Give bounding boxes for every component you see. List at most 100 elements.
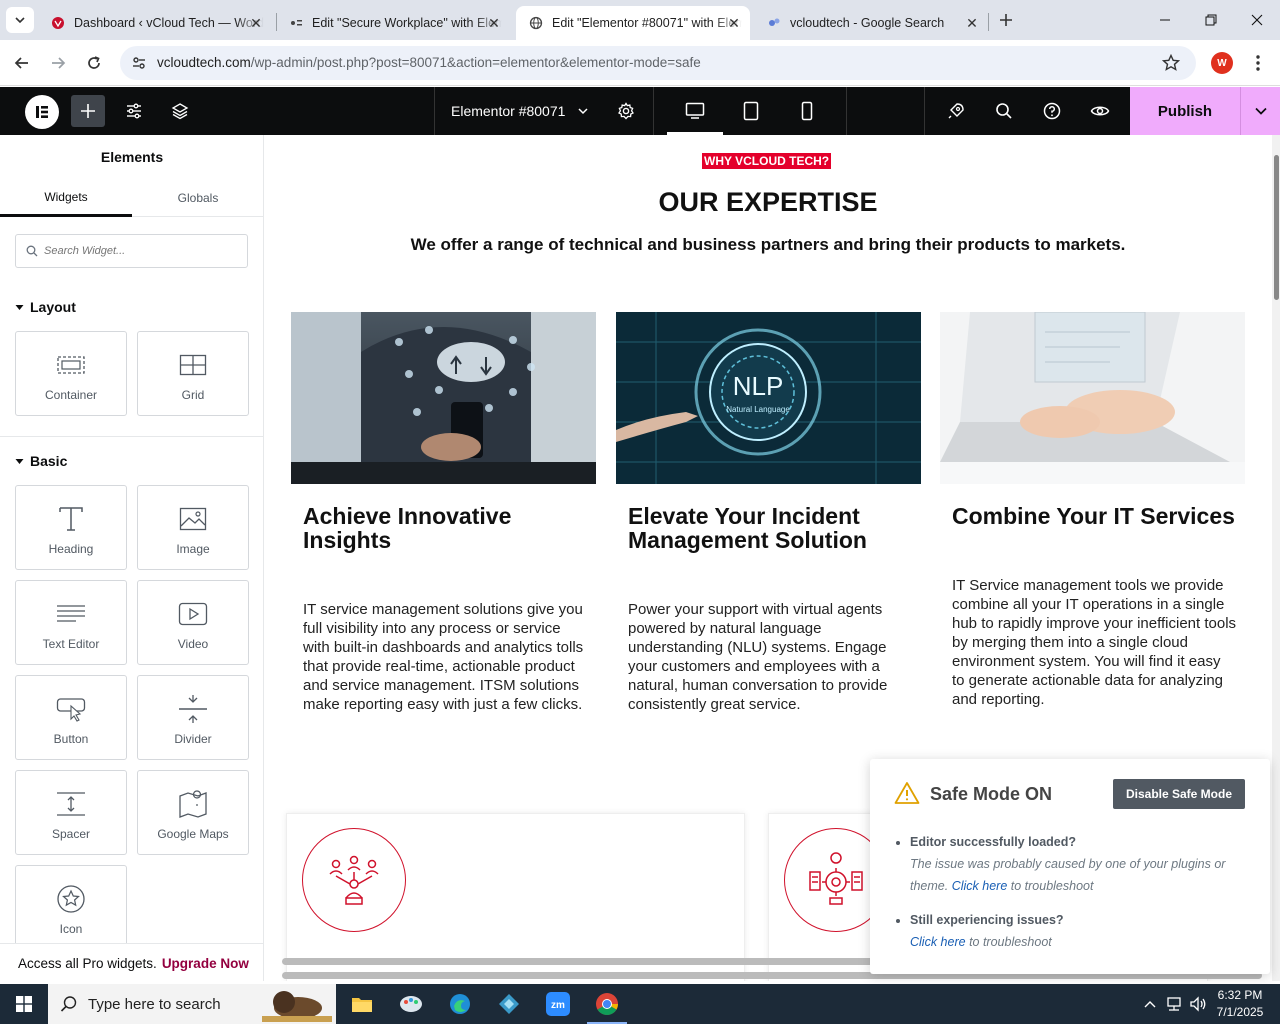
profile-avatar[interactable]: W [1211,52,1233,74]
widget-divider[interactable]: Divider [137,675,249,760]
tab-edit-secure-workplace[interactable]: Edit "Secure Workplace" with Elementor ✕ [276,6,510,40]
tab-dashboard[interactable]: Dashboard ‹ vCloud Tech — WordPress ✕ [38,6,272,40]
text-editor-icon [16,599,126,629]
paint-app-taskbar-button[interactable] [387,984,435,1024]
minimize-button[interactable] [1142,0,1188,40]
close-icon[interactable]: ✕ [964,15,980,31]
star-icon [16,884,126,914]
disable-safe-mode-button[interactable]: Disable Safe Mode [1113,779,1245,809]
widget-label: Container [44,388,98,402]
tab-widgets[interactable]: Widgets [0,179,132,217]
card-image-laptop[interactable] [940,312,1245,484]
close-icon[interactable]: ✕ [248,15,264,31]
card-body[interactable]: Power your support with virtual agents p… [628,600,913,714]
help-button[interactable] [1035,95,1069,127]
network-tray-icon-button[interactable] [1162,984,1186,1024]
site-settings-button[interactable] [117,95,151,127]
preview-button[interactable] [1083,95,1117,127]
upgrade-now-link[interactable]: Upgrade Now [162,956,249,971]
tab-search-button[interactable] [6,7,34,33]
widget-grid[interactable]: Grid [137,331,249,416]
card-body[interactable]: IT service management solutions give you… [303,600,588,714]
device-tablet-button[interactable] [723,87,779,135]
close-icon[interactable]: ✕ [726,15,742,31]
browser-tab-bar: Dashboard ‹ vCloud Tech — WordPress ✕ Ed… [0,0,1280,40]
restore-button[interactable] [1188,0,1234,40]
card-body[interactable]: IT Service management tools we provide c… [952,576,1237,709]
widget-icon[interactable]: Icon [15,865,127,950]
search-icon [26,245,38,257]
widget-container[interactable]: Container [15,331,127,416]
tab-globals[interactable]: Globals [132,179,263,217]
tab-google-search[interactable]: vcloudtech - Google Search ✕ [754,6,988,40]
troubleshoot-link[interactable]: Click here [952,879,1008,893]
feature-box-1[interactable] [286,813,745,981]
card-title[interactable]: Elevate Your Incident Management Solutio… [628,504,918,552]
plus-icon [1000,14,1012,26]
basic-section-toggle[interactable]: Basic [15,453,67,469]
finder-button[interactable] [987,95,1021,127]
bison-widget-icon[interactable] [262,986,332,1022]
forward-button[interactable] [44,49,72,77]
widget-label: Grid [181,388,205,402]
layout-section-toggle[interactable]: Layout [15,299,76,315]
back-button[interactable] [8,49,36,77]
tab-edit-elementor-80071[interactable]: Edit "Elementor #80071" with Elementor ✕ [516,6,750,40]
show-hidden-icons-button[interactable] [1140,984,1160,1024]
start-button[interactable] [0,984,48,1024]
section-kicker[interactable]: WHY VCLOUD TECH? [702,153,832,169]
chevron-down-icon [1254,107,1267,115]
chrome-taskbar-button[interactable] [583,984,631,1024]
elementor-logo-button[interactable] [25,95,59,129]
widget-video[interactable]: Video [137,580,249,665]
add-element-button[interactable] [71,95,105,127]
site-info-icon[interactable] [131,55,147,71]
widget-heading[interactable]: Heading [15,485,127,570]
section-subheadline[interactable]: We offer a range of technical and busine… [264,235,1272,255]
address-bar[interactable]: vcloudtech.com/wp-admin/post.php?post=80… [120,46,1196,80]
card-image-nlp[interactable]: NLP Natural Language [616,312,921,484]
card-image-cloud-phone[interactable] [291,312,596,484]
card-title[interactable]: Achieve Innovative Insights [303,504,593,552]
new-tab-button[interactable] [994,8,1018,32]
close-icon[interactable]: ✕ [486,15,502,31]
volume-tray-icon-button[interactable] [1186,984,1210,1024]
document-title-button[interactable]: Elementor #80071 [434,87,654,135]
file-explorer-taskbar-button[interactable] [338,984,386,1024]
troubleshoot-link[interactable]: Click here [910,935,966,949]
device-mobile-button[interactable] [779,87,835,135]
close-window-button[interactable] [1234,0,1280,40]
taskbar-clock[interactable]: 6:32 PM 7/1/2025 [1208,987,1272,1021]
card-title[interactable]: Combine Your IT Services [952,504,1242,528]
gear-icon[interactable] [617,102,635,120]
list-item: Still experiencing issues? Click here to… [910,909,1250,953]
structure-button[interactable] [163,95,197,127]
container-icon [16,350,126,380]
widget-button[interactable]: Button [15,675,127,760]
taskbar-search-box[interactable]: Type here to search [48,984,336,1024]
publish-button[interactable]: Publish [1130,87,1240,135]
widget-image[interactable]: Image [137,485,249,570]
widget-label: Button [53,732,89,746]
chrome-icon [596,993,618,1015]
device-desktop-button[interactable] [667,87,723,135]
widget-text-editor[interactable]: Text Editor [15,580,127,665]
reload-button[interactable] [80,49,108,77]
widget-search-input[interactable] [44,245,234,257]
chrome-menu-button[interactable] [1244,49,1272,77]
edge-taskbar-button[interactable] [436,984,484,1024]
help-icon [1043,102,1061,120]
widget-google-maps[interactable]: Google Maps [137,770,249,855]
whats-new-button[interactable] [939,95,973,127]
expertise-card-2[interactable]: NLP Natural Language Elevate Your Incide… [616,312,921,713]
zoom-taskbar-button[interactable]: zm [534,984,582,1024]
team-network-icon[interactable] [302,828,406,932]
expertise-card-1[interactable]: Achieve Innovative Insights IT service m… [291,312,596,713]
diamond-app-taskbar-button[interactable] [485,984,533,1024]
expertise-card-3[interactable]: Combine Your IT Services IT Service mana… [940,312,1245,708]
bookmark-star-icon[interactable] [1162,54,1180,72]
section-headline[interactable]: OUR EXPERTISE [264,187,1272,218]
canvas-scrollbar-thumb[interactable] [1274,155,1279,300]
publish-options-button[interactable] [1240,87,1280,135]
widget-spacer[interactable]: Spacer [15,770,127,855]
